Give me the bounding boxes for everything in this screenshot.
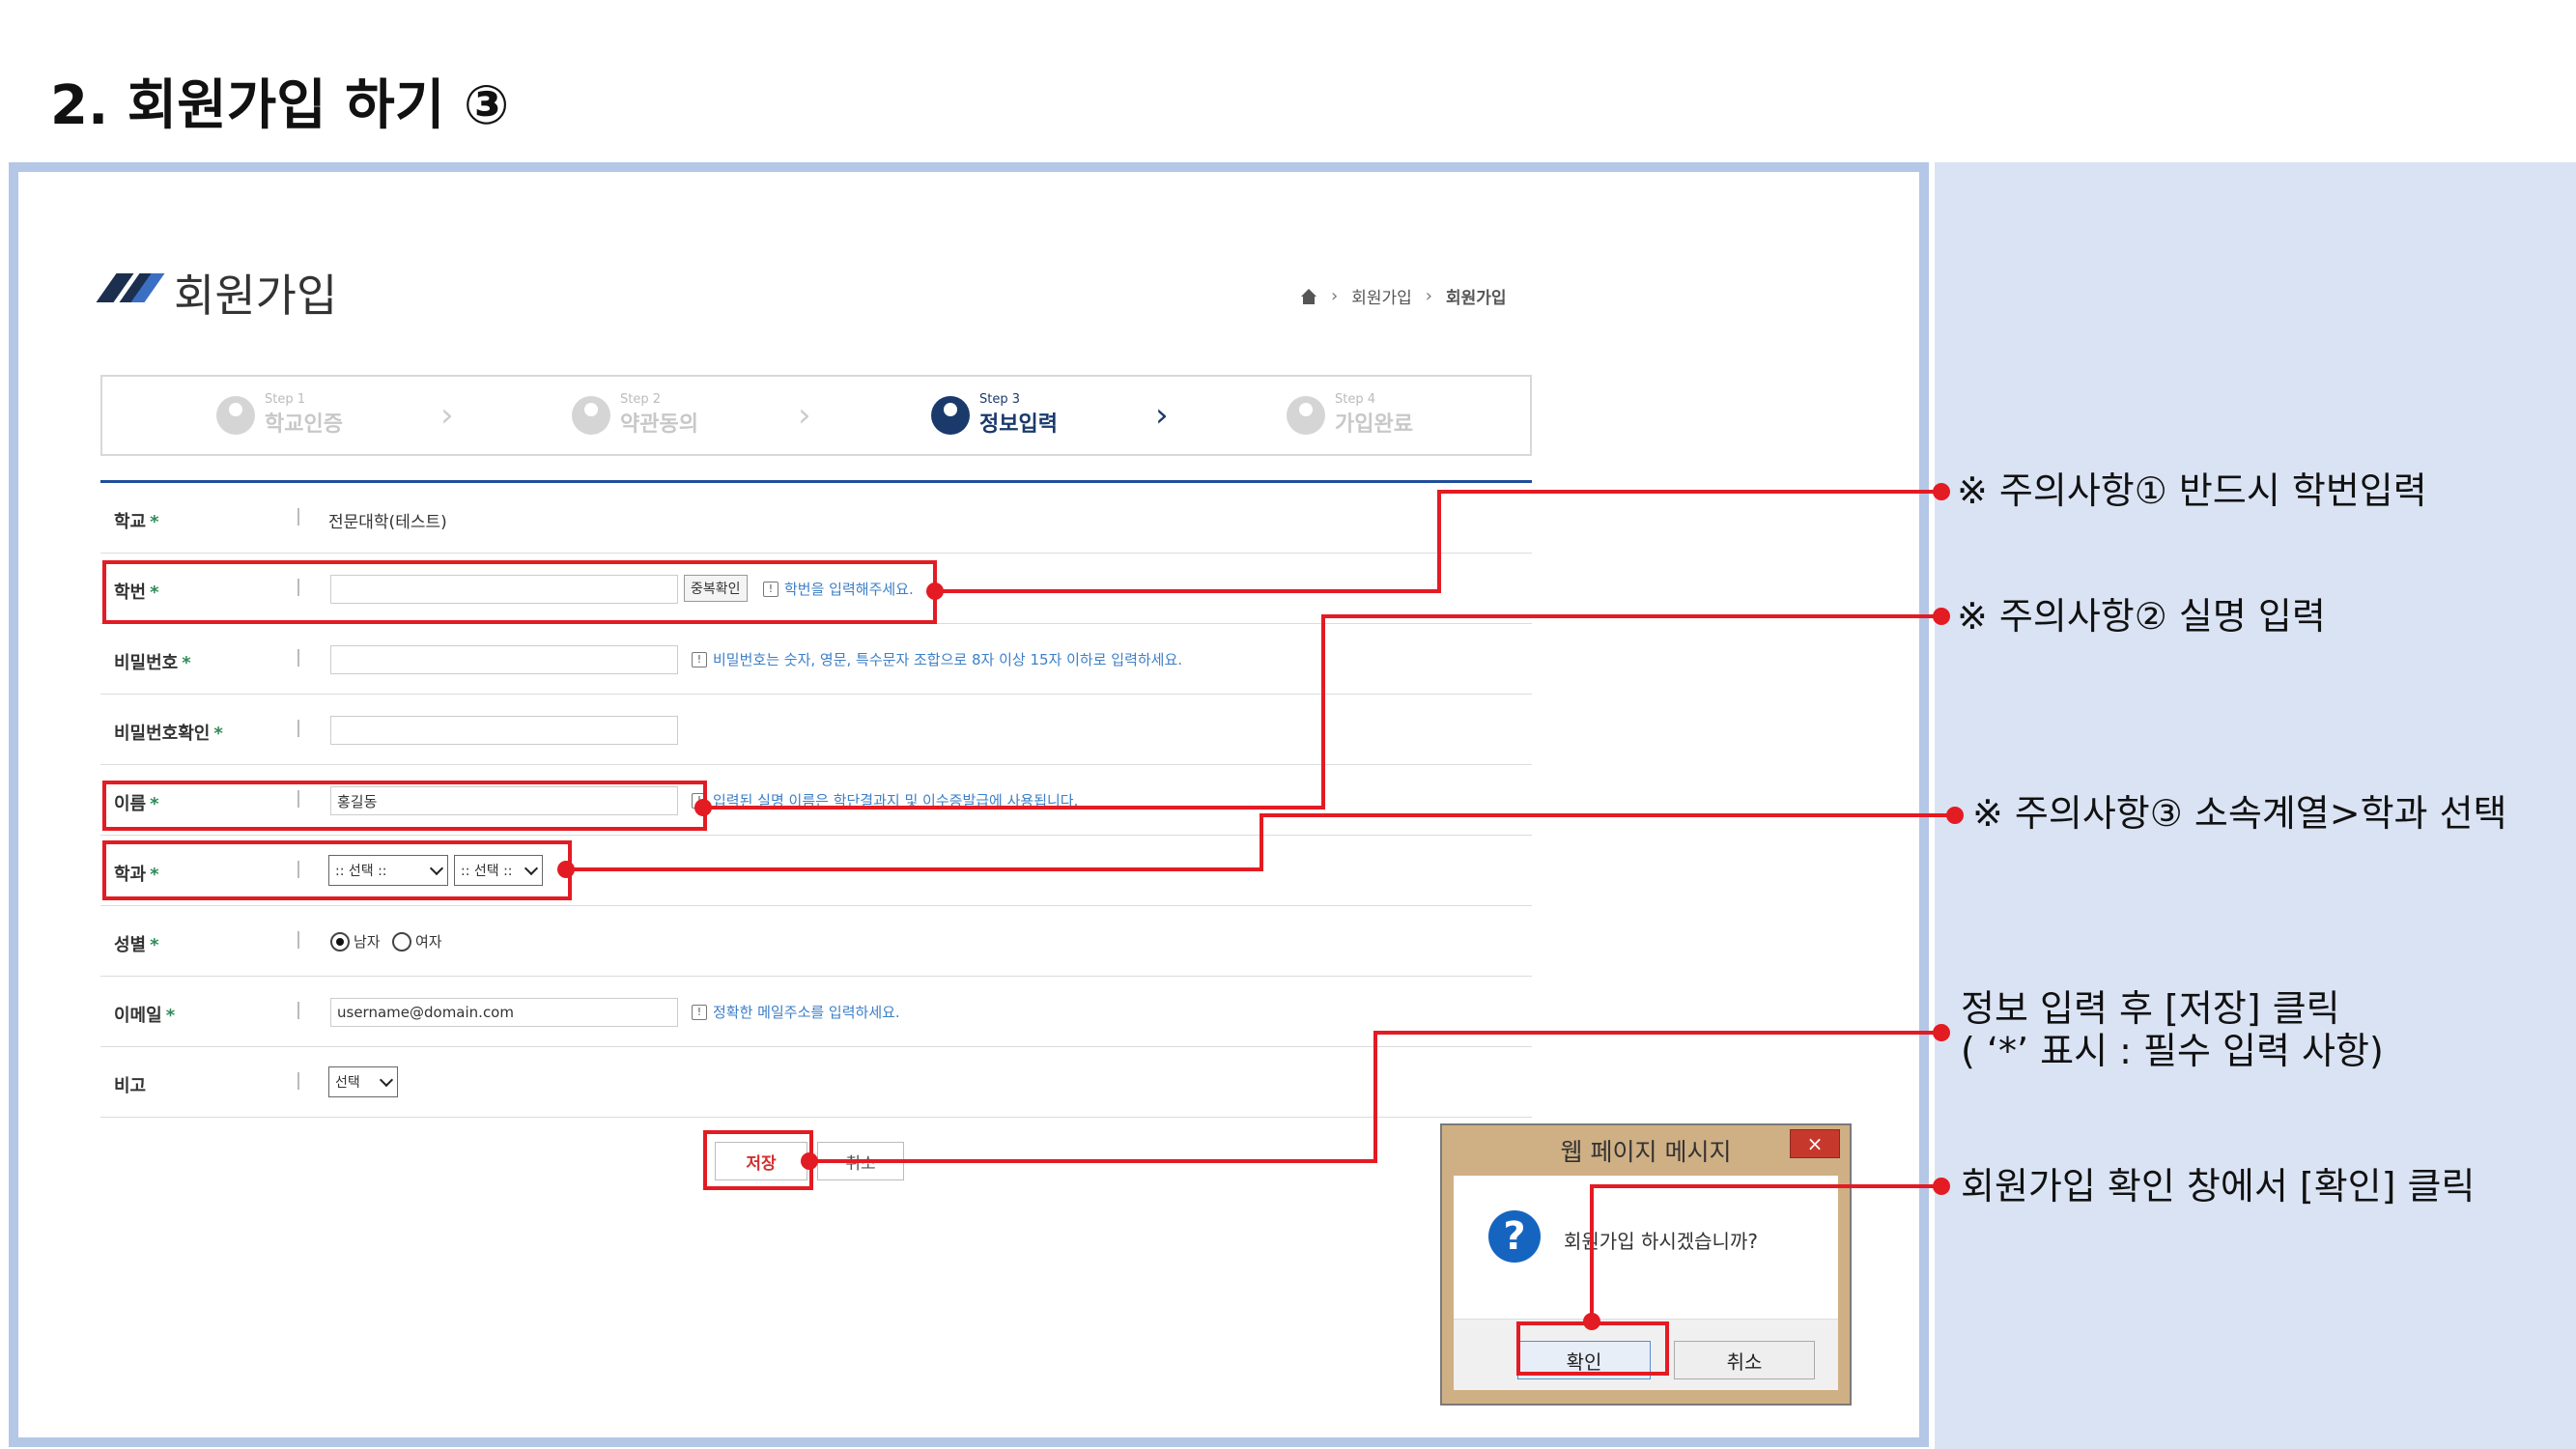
breadcrumb: › 회원가입 › 회원가입 — [1300, 284, 1507, 308]
dialog-message: 회원가입 하시겠습니까? — [1564, 1230, 1758, 1253]
email-input[interactable] — [330, 998, 678, 1027]
label-divider — [297, 720, 299, 737]
password-hint: ! 비밀번호는 숫자, 영문, 특수문자 조합으로 8자 이상 15자 이하로 입… — [692, 649, 1182, 669]
cancel-button[interactable]: 취소 — [817, 1142, 904, 1180]
step-num: Step 4 — [1335, 392, 1376, 407]
dialog-close-button[interactable]: × — [1790, 1129, 1840, 1158]
breadcrumb-item-current: 회원가입 — [1445, 289, 1507, 308]
form-row-password-confirm: 비밀번호확인 * — [100, 695, 1532, 765]
callout-4-line1: 정보 입력 후 [저장] 클릭 — [1961, 987, 2340, 1030]
callout-5: 회원가입 확인 창에서 [확인] 클릭 — [1961, 1165, 2476, 1208]
highlight-student-id — [102, 560, 937, 624]
highlight-department — [102, 840, 572, 900]
label-divider — [297, 931, 299, 949]
school-value: 전문대학(테스트) — [328, 513, 447, 532]
dialog-title: 웹 페이지 메시지 — [1560, 1138, 1732, 1166]
password-input[interactable] — [330, 645, 678, 674]
highlight-name — [102, 781, 707, 831]
gender-radio-female[interactable]: 여자 — [392, 931, 442, 952]
home-icon[interactable] — [1300, 288, 1317, 304]
step-num: Step 2 — [620, 392, 662, 407]
chevron-down-icon — [379, 1072, 394, 1088]
password-confirm-input[interactable] — [330, 716, 678, 745]
step-num: Step 3 — [979, 392, 1021, 407]
dialog-cancel-button[interactable]: 취소 — [1674, 1341, 1815, 1379]
step-name: 학교인증 — [265, 412, 343, 437]
page-heading: 회원가입 — [174, 270, 338, 322]
field-label: 학교 * — [114, 512, 159, 532]
form-row-gender: 성별 * 남자 여자 — [100, 906, 1532, 977]
field-label: 비밀번호확인 * — [114, 724, 223, 744]
field-label: 비밀번호 * — [114, 653, 191, 673]
user-icon — [216, 395, 255, 435]
label-divider — [297, 508, 299, 526]
user-icon — [572, 395, 610, 435]
chevron-right-icon: › — [1155, 396, 1169, 435]
field-label: 비고 — [114, 1076, 147, 1096]
user-icon — [1287, 395, 1325, 435]
step-name: 가입완료 — [1335, 412, 1413, 437]
info-icon: ! — [692, 651, 707, 668]
callout-3: ※ 주의사항③ 소속계열>학과 선택 — [1972, 792, 2507, 835]
step-1: Step 1 학교인증 — [216, 392, 343, 438]
label-divider — [297, 1002, 299, 1019]
email-hint: ! 정확한 메일주소를 입력하세요. — [692, 1002, 900, 1022]
callout-4-line2: ( ‘*’ 표시 : 필수 입력 사항) — [1961, 1030, 2384, 1072]
signup-steps: Step 1 학교인증 › Step 2 약관동의 › Step 3 정보입력 › S… — [100, 375, 1532, 456]
step-4: Step 4 가입완료 — [1287, 392, 1413, 438]
highlight-dialog-ok — [1516, 1321, 1669, 1376]
radio-selected-icon — [330, 931, 350, 952]
chevron-right-icon: › — [440, 396, 454, 435]
callout-1: ※ 주의사항① 반드시 학번입력 — [1957, 469, 2427, 512]
callout-2: ※ 주의사항② 실명 입력 — [1957, 595, 2326, 638]
question-icon: ? — [1488, 1210, 1541, 1263]
form-row-email: 이메일* !정확한 메일주소를 입력하세요. — [100, 977, 1532, 1047]
slide-title: 2. 회원가입 하기 ③ — [50, 74, 510, 137]
form-row-note: 비고 선택 — [100, 1047, 1532, 1118]
step-name: 정보입력 — [979, 412, 1058, 437]
breadcrumb-separator: › — [1331, 286, 1339, 306]
field-label: 이메일 * — [114, 1006, 176, 1026]
radio-empty-icon — [392, 931, 411, 952]
label-divider — [297, 649, 299, 667]
step-3: Step 3 정보입력 — [931, 392, 1058, 438]
step-name: 약관동의 — [620, 412, 698, 437]
form-row-password: 비밀번호 * ! 비밀번호는 숫자, 영문, 특수문자 조합으로 8자 이상 15자… — [100, 624, 1532, 695]
gender-radio-male[interactable]: 남자 — [330, 931, 381, 952]
step-num: Step 1 — [265, 392, 306, 407]
user-icon — [931, 395, 970, 435]
form-row-school: 학교 * 전문대학(테스트) — [100, 483, 1532, 554]
label-divider — [297, 1072, 299, 1090]
info-icon: ! — [692, 1004, 707, 1020]
highlight-save — [703, 1130, 813, 1190]
field-label: 성별 * — [114, 935, 159, 955]
chevron-right-icon: › — [798, 396, 811, 435]
step-2: Step 2 약관동의 — [572, 392, 698, 438]
breadcrumb-item[interactable]: 회원가입 — [1351, 284, 1412, 308]
name-hint: ! 입력된 실명 이름은 학단결과지 및 이수증발급에 사용됩니다. — [692, 790, 1078, 810]
note-select[interactable]: 선택 — [328, 1066, 398, 1097]
breadcrumb-separator: › — [1425, 286, 1432, 306]
